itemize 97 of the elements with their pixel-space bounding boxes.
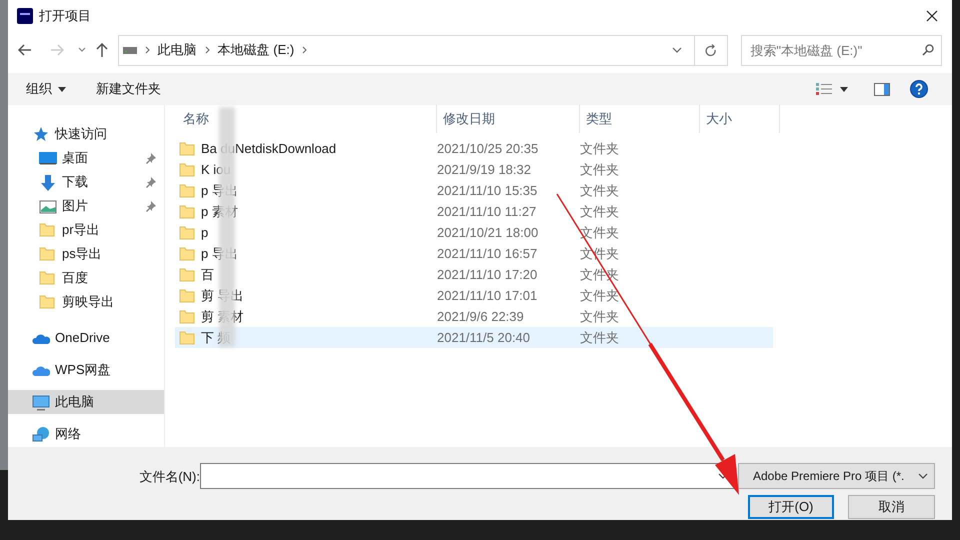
folder-icon bbox=[39, 246, 57, 262]
folder-icon bbox=[39, 222, 57, 238]
file-row[interactable]: p 素材 2021/11/10 11:27 文件夹 bbox=[175, 201, 773, 222]
drive-icon bbox=[122, 46, 137, 54]
sidebar-item[interactable]: pr导出 bbox=[8, 218, 164, 242]
back-arrow-icon[interactable] bbox=[18, 44, 32, 56]
date-cell: 2021/10/21 18:00 bbox=[437, 224, 538, 240]
sidebar-item[interactable]: OneDrive bbox=[8, 326, 164, 350]
file-row[interactable]: 剪 素材 2021/9/6 22:39 文件夹 bbox=[175, 306, 773, 327]
sidebar-item[interactable]: ps导出 bbox=[8, 242, 164, 266]
type-cell: 文件夹 bbox=[580, 204, 619, 219]
folder-icon bbox=[179, 308, 195, 324]
folder-icon bbox=[179, 204, 195, 220]
file-name: p bbox=[201, 224, 208, 242]
window-title: 打开项目 bbox=[39, 7, 91, 26]
refresh-icon[interactable] bbox=[705, 44, 718, 56]
search-field[interactable]: 搜索"本地磁盘 (E:)" bbox=[741, 34, 942, 66]
date-cell: 2021/9/6 22:39 bbox=[437, 308, 524, 324]
new-folder-button[interactable]: 新建文件夹 bbox=[96, 79, 161, 99]
folder-icon bbox=[39, 270, 57, 286]
sidebar-item[interactable]: 百度 bbox=[8, 266, 164, 290]
type-cell: 文件夹 bbox=[580, 140, 619, 156]
file-name: 百 bbox=[201, 266, 214, 284]
folder-icon bbox=[179, 246, 195, 262]
sidebar-item[interactable]: 桌面 bbox=[8, 146, 164, 170]
type-cell: 文件夹 bbox=[580, 162, 619, 177]
preview-pane-icon[interactable] bbox=[874, 82, 890, 96]
monitor-icon bbox=[32, 394, 50, 410]
type-cell: 文件夹 bbox=[580, 288, 619, 303]
file-type-dropdown[interactable]: Adobe Premiere Pro 项目 (*. bbox=[738, 463, 935, 489]
down-arrow-icon bbox=[39, 174, 57, 190]
type-cell: 文件夹 bbox=[580, 182, 619, 198]
sidebar-item[interactable]: 下载 bbox=[8, 170, 164, 194]
file-name: p 导出 bbox=[201, 244, 238, 263]
folder-icon bbox=[179, 288, 195, 304]
address-bar[interactable]: 此电脑 本地磁盘 (E:) bbox=[118, 34, 728, 66]
file-row[interactable]: p 导出 2021/11/10 15:35 文件夹 bbox=[175, 180, 773, 201]
file-name: p 导出 bbox=[201, 182, 238, 200]
type-cell: 文件夹 bbox=[580, 330, 619, 345]
sidebar-item[interactable]: WPS网盘 bbox=[8, 358, 164, 382]
folder-icon bbox=[179, 162, 195, 178]
file-name: 剪 导出 bbox=[201, 286, 244, 305]
type-cell: 文件夹 bbox=[580, 308, 619, 324]
column-header[interactable]: 类型 bbox=[580, 105, 700, 133]
sidebar-item[interactable]: 图片 bbox=[8, 194, 164, 218]
open-button[interactable]: 打开(O) bbox=[748, 495, 834, 519]
monitor-icon bbox=[39, 150, 57, 166]
sidebar-item[interactable]: 快速访问 bbox=[8, 122, 164, 146]
folder-icon bbox=[179, 182, 195, 198]
chevron-right-icon[interactable] bbox=[302, 46, 308, 54]
sidebar-item[interactable]: 剪映导出 bbox=[8, 290, 164, 314]
folder-icon bbox=[179, 224, 195, 240]
pin-icon[interactable] bbox=[146, 152, 156, 164]
cancel-button[interactable]: 取消 bbox=[848, 495, 935, 519]
chevron-right-icon bbox=[204, 46, 210, 54]
date-cell: 2021/11/10 17:20 bbox=[437, 266, 538, 282]
network-icon bbox=[32, 426, 50, 442]
folder-icon bbox=[179, 266, 195, 282]
sidebar-item[interactable]: 网络 bbox=[8, 422, 164, 446]
sidebar-item[interactable]: 此电脑 bbox=[8, 390, 164, 414]
pin-icon[interactable] bbox=[146, 176, 156, 188]
filename-label: 文件名(N): bbox=[139, 468, 200, 486]
column-header[interactable]: 大小 bbox=[700, 105, 780, 133]
help-icon[interactable] bbox=[910, 80, 928, 98]
date-cell: 2021/11/10 17:01 bbox=[437, 288, 538, 303]
folder-icon bbox=[179, 330, 195, 346]
search-icon bbox=[922, 44, 934, 56]
chevron-down-icon bbox=[918, 473, 928, 479]
date-cell: 2021/11/5 20:40 bbox=[437, 330, 530, 345]
close-icon bbox=[926, 10, 938, 22]
date-cell: 2021/11/10 16:57 bbox=[437, 246, 538, 261]
file-name: 剪 素材 bbox=[201, 308, 244, 326]
filename-field[interactable] bbox=[200, 463, 735, 489]
date-cell: 2021/11/10 15:35 bbox=[437, 182, 538, 198]
file-name: 下 频 bbox=[201, 328, 231, 347]
column-header[interactable]: 修改日期 bbox=[437, 105, 580, 133]
date-cell: 2021/9/19 18:32 bbox=[437, 162, 531, 177]
date-cell: 2021/11/10 11:27 bbox=[437, 204, 536, 219]
folder-icon bbox=[179, 140, 195, 156]
date-cell: 2021/10/25 20:35 bbox=[437, 140, 538, 156]
image-icon bbox=[39, 198, 57, 214]
chevron-right-icon bbox=[144, 46, 150, 54]
breadcrumb-item[interactable]: 本地磁盘 (E:) bbox=[218, 40, 294, 60]
chevron-down-icon[interactable] bbox=[672, 47, 682, 53]
breadcrumb-item[interactable]: 此电脑 bbox=[158, 40, 197, 60]
view-options-icon[interactable] bbox=[816, 83, 832, 95]
folder-icon bbox=[39, 294, 57, 310]
caret-icon bbox=[58, 86, 66, 92]
file-row[interactable]: 剪 导出 2021/11/10 17:01 文件夹 bbox=[175, 285, 773, 306]
caret-icon[interactable] bbox=[840, 86, 848, 92]
organize-menu-button[interactable]: 组织 bbox=[26, 79, 66, 99]
file-name: p 素材 bbox=[201, 202, 238, 221]
star-icon bbox=[32, 126, 50, 142]
file-row[interactable]: 下 频 2021/11/5 20:40 文件夹 bbox=[175, 327, 773, 348]
up-arrow-icon[interactable] bbox=[96, 43, 108, 57]
app-logo-icon bbox=[17, 8, 33, 24]
pin-icon[interactable] bbox=[146, 200, 156, 212]
